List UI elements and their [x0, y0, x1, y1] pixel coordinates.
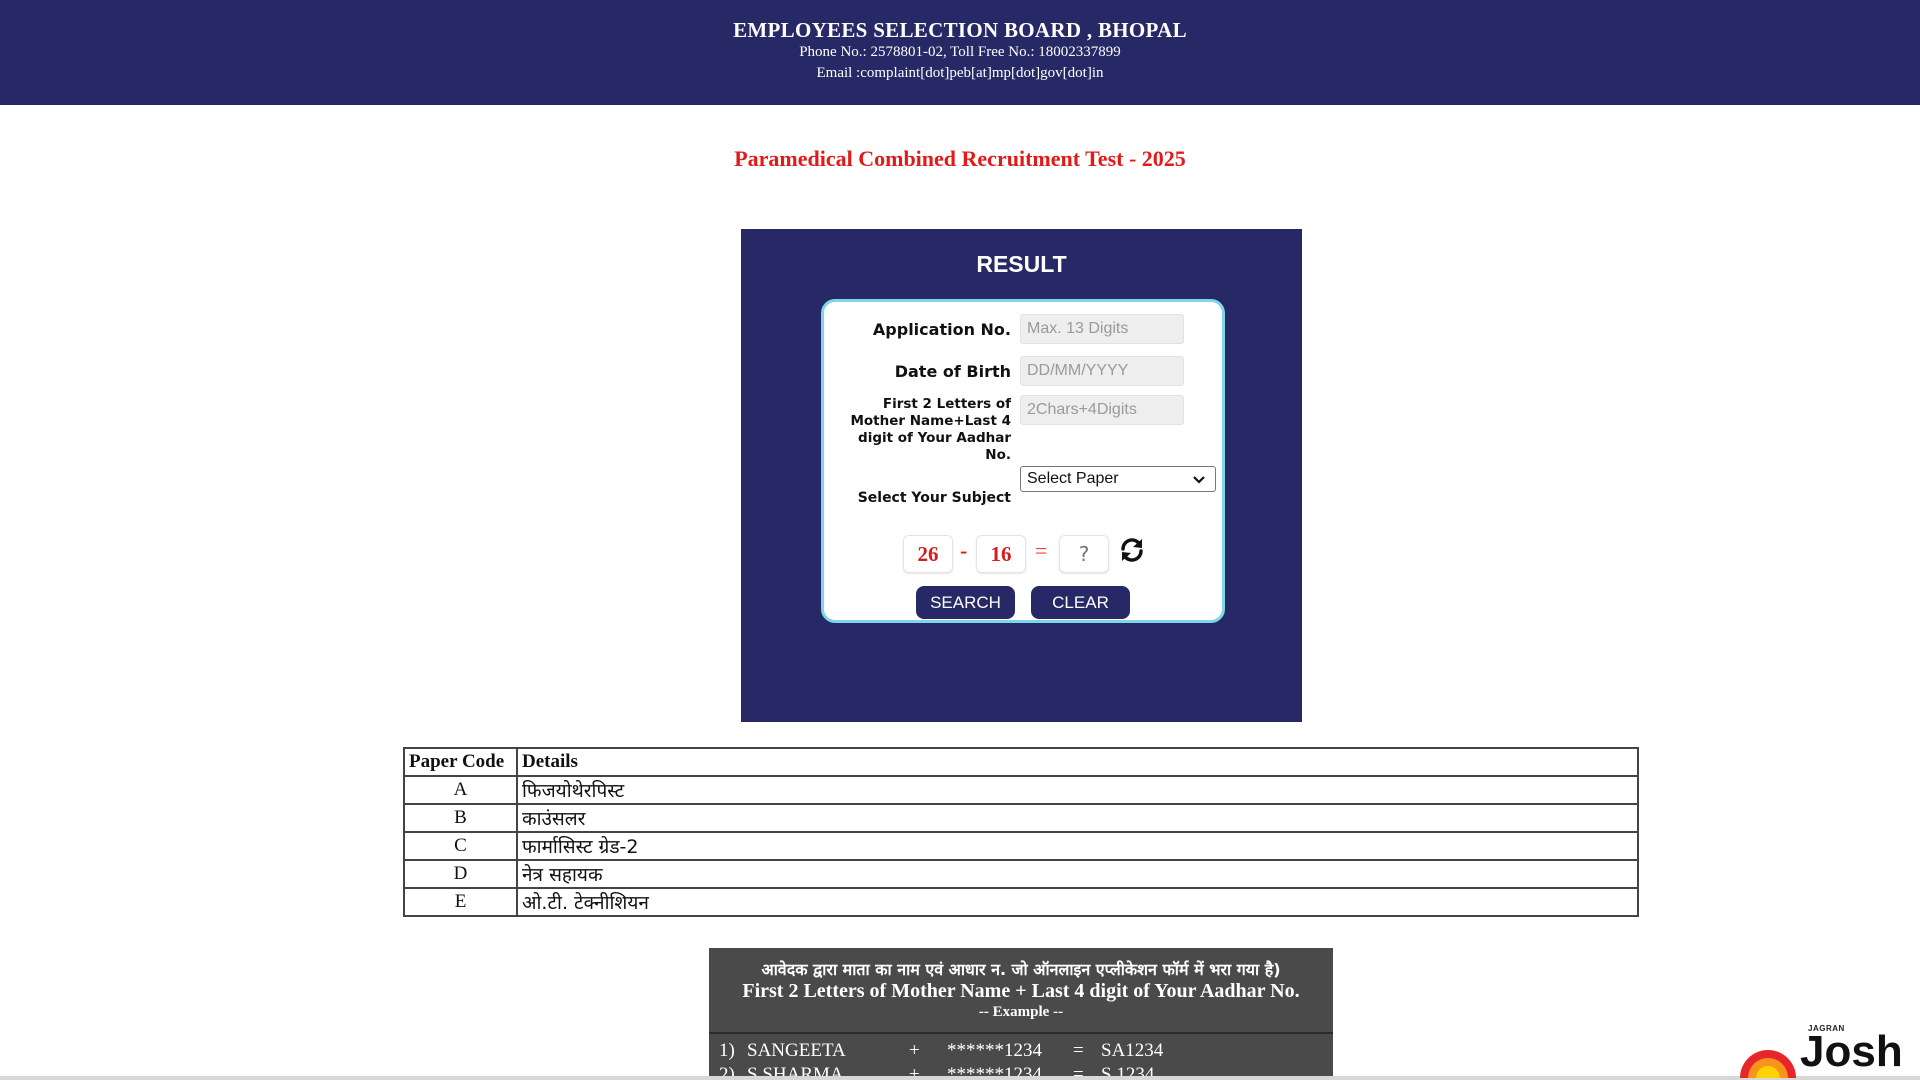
subject-label: Select Your Subject: [857, 490, 1011, 506]
example-masked-aadhar: ******1234: [947, 1040, 1042, 1061]
table-row: B काउंसलर: [403, 803, 1639, 833]
paper-code-header: Paper Code: [403, 747, 518, 777]
result-heading: RESULT: [976, 251, 1067, 277]
paper-code-cell: C: [403, 831, 518, 861]
application-no-input[interactable]: [1020, 314, 1184, 344]
paper-code-cell: B: [403, 803, 518, 833]
paper-details-cell: नेत्र सहायक: [516, 859, 1639, 889]
subject-select[interactable]: Select Paper: [1020, 466, 1216, 492]
paper-details-cell: फार्मासिस्ट ग्रेड-2: [516, 831, 1639, 861]
contact-email: Email :complaint[dot]peb[at]mp[dot]gov[d…: [816, 65, 1104, 81]
search-button[interactable]: SEARCH: [916, 586, 1015, 619]
site-header: EMPLOYEES SELECTION BOARD , BHOPAL Phone…: [0, 0, 1920, 105]
paper-code-cell: E: [403, 887, 518, 917]
example-name: SANGEETA: [747, 1040, 846, 1061]
table-row: D नेत्र सहायक: [403, 859, 1639, 889]
table-row: E ओ.टी. टेक्नीशियन: [403, 887, 1639, 917]
table-header-row: Paper Code Details: [403, 747, 1639, 777]
paper-details-cell: ओ.टी. टेक्नीशियन: [516, 887, 1639, 917]
captcha-number-2: 16: [976, 535, 1026, 573]
brand-logo-text: Josh: [1800, 1027, 1903, 1076]
example-divider: [709, 1032, 1333, 1034]
mother-aadhar-label: First 2 Letters of Mother Name+Last 4 di…: [850, 396, 1011, 463]
dob-label: Date of Birth: [894, 362, 1011, 381]
captcha-answer-input[interactable]: [1059, 535, 1109, 573]
paper-code-cell: A: [403, 775, 518, 805]
clear-button[interactable]: CLEAR: [1031, 586, 1130, 619]
dob-input[interactable]: [1020, 356, 1184, 386]
details-header: Details: [516, 747, 1639, 777]
captcha-number-1: 26: [903, 535, 953, 573]
example-result: SA1234: [1101, 1040, 1164, 1061]
page-bottom-divider: [0, 1076, 1920, 1080]
example-plus: +: [909, 1040, 920, 1061]
sunrise-logo-icon: [1740, 1050, 1796, 1078]
example-box: आवेदक द्वारा माता का नाम एवं आधार न. जो …: [709, 948, 1333, 1080]
exam-title: Paramedical Combined Recruitment Test - …: [734, 146, 1186, 171]
refresh-icon[interactable]: [1118, 536, 1146, 564]
table-row: A फिजयोथेरपिस्ट: [403, 775, 1639, 805]
contact-phone: Phone No.: 2578801-02, Toll Free No.: 18…: [799, 44, 1121, 60]
result-panel: RESULT Application No. Date of Birth Fir…: [741, 229, 1302, 722]
table-row: C फार्मासिस्ट ग्रेड-2: [403, 831, 1639, 861]
example-label: -- Example --: [978, 1004, 1064, 1020]
subject-select-value: Select Paper: [1027, 470, 1119, 487]
application-no-label: Application No.: [872, 320, 1011, 339]
example-equals: =: [1073, 1040, 1084, 1061]
jagran-josh-logo: JAGRAN Josh: [1738, 1022, 1903, 1078]
org-name: EMPLOYEES SELECTION BOARD , BHOPAL: [733, 18, 1187, 42]
example-hindi-note: आवेदक द्वारा माता का नाम एवं आधार न. जो …: [761, 960, 1281, 979]
mother-aadhar-input[interactable]: [1020, 395, 1184, 425]
paper-code-table: Paper Code Details A फिजयोथेरपिस्ट B काउ…: [403, 747, 1639, 917]
chevron-down-icon: [1191, 469, 1207, 492]
captcha-equals: =: [1035, 538, 1048, 563]
paper-details-cell: काउंसलर: [516, 803, 1639, 833]
example-num: 1): [719, 1040, 735, 1061]
paper-code-cell: D: [403, 859, 518, 889]
paper-details-cell: फिजयोथेरपिस्ट: [516, 775, 1639, 805]
result-form: Application No. Date of Birth First 2 Le…: [821, 299, 1225, 623]
example-english-note: First 2 Letters of Mother Name + Last 4 …: [742, 980, 1300, 1002]
captcha-operator: -: [960, 538, 968, 563]
